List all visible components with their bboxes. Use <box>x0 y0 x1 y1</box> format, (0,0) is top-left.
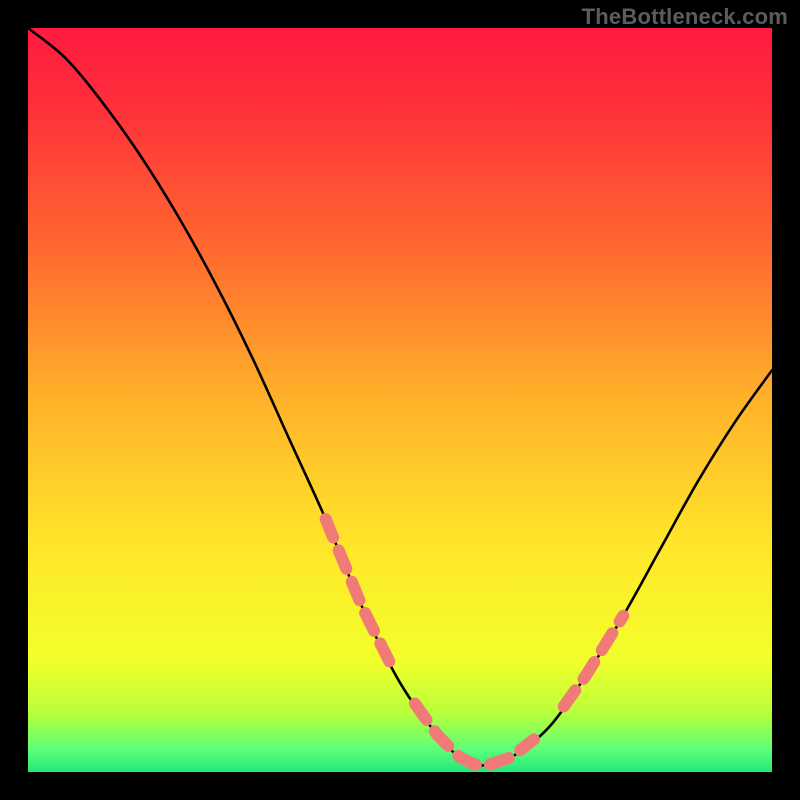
gradient-background <box>28 28 772 772</box>
plot-area <box>28 28 772 772</box>
chart-svg <box>28 28 772 772</box>
watermark-text: TheBottleneck.com <box>582 4 788 30</box>
chart-frame: TheBottleneck.com <box>0 0 800 800</box>
